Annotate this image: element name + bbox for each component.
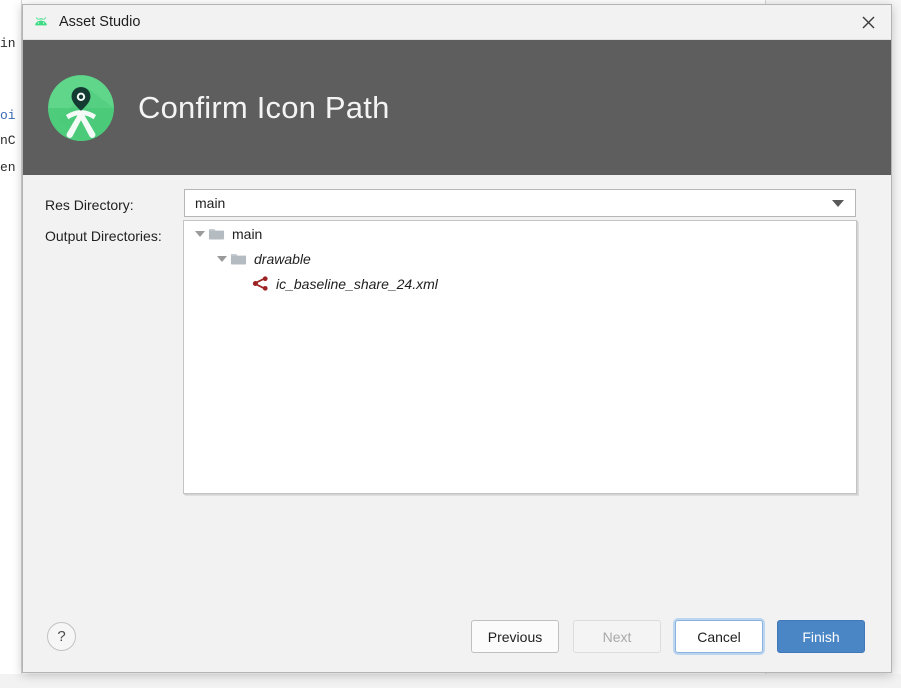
next-button: Next (573, 620, 661, 653)
cancel-button[interactable]: Cancel (675, 620, 763, 653)
bg-code-fragment: in (0, 36, 22, 51)
help-button[interactable]: ? (47, 622, 76, 651)
tree-row[interactable]: ic_baseline_share_24.xml (184, 271, 856, 296)
output-directories-tree[interactable]: main drawable (183, 220, 857, 494)
res-directory-label: Res Directory: (45, 197, 134, 213)
tree-row[interactable]: drawable (184, 246, 856, 271)
dialog-header-banner: Confirm Icon Path (23, 40, 891, 175)
previous-button[interactable]: Previous (471, 620, 559, 653)
close-icon[interactable] (845, 5, 891, 40)
folder-icon (230, 250, 247, 267)
caret-down-icon[interactable] (214, 246, 230, 271)
folder-icon (208, 225, 225, 242)
dialog-title: Asset Studio (59, 14, 140, 30)
android-icon (32, 13, 50, 31)
asset-studio-dialog: Asset Studio Confirm Icon Path Res Direc… (22, 4, 892, 673)
bottom-status-band (0, 674, 901, 688)
tree-row[interactable]: main (184, 221, 856, 246)
share-file-icon (252, 275, 269, 292)
android-studio-logo (46, 73, 116, 143)
finish-button[interactable]: Finish (777, 620, 865, 653)
bg-code-fragment: nC (0, 133, 22, 148)
page-title: Confirm Icon Path (138, 90, 390, 126)
editor-left-strip: in oi nC en (0, 0, 22, 688)
dialog-footer: ? Previous Next Cancel Finish (23, 612, 891, 672)
dialog-body: Res Directory: main Output Directories: … (23, 175, 891, 612)
bg-code-fragment: en (0, 160, 22, 175)
tree-node-label: ic_baseline_share_24.xml (276, 276, 438, 292)
bg-code-fragment: oi (0, 108, 22, 123)
tree-node-label: main (232, 226, 262, 242)
res-directory-value: main (195, 195, 832, 211)
dialog-titlebar: Asset Studio (23, 5, 891, 40)
dialog-button-bar: Previous Next Cancel Finish (471, 620, 865, 653)
res-directory-select[interactable]: main (184, 189, 856, 217)
chevron-down-icon (832, 200, 844, 207)
caret-down-icon[interactable] (192, 221, 208, 246)
output-directories-label: Output Directories: (45, 228, 162, 244)
tree-node-label: drawable (254, 251, 311, 267)
